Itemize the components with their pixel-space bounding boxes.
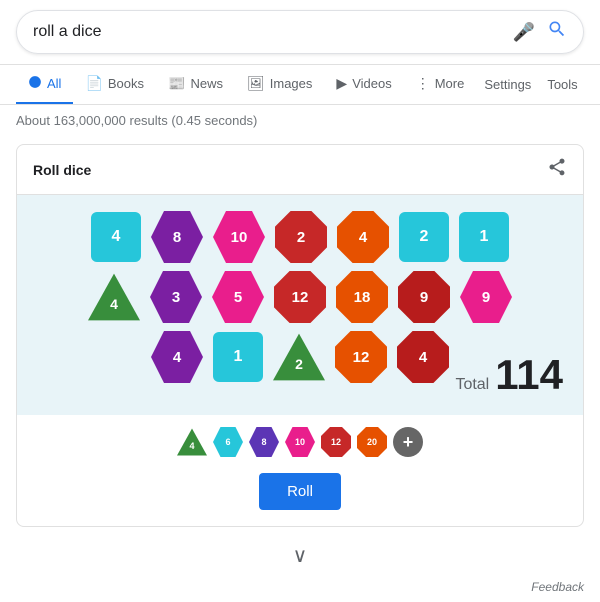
dice-row: 48102421 (37, 211, 563, 263)
books-icon: 📄 (85, 75, 102, 92)
mic-icon[interactable]: 🎤 (513, 22, 535, 43)
die-item[interactable]: 12 (335, 331, 387, 383)
tab-images-label: Images (270, 76, 313, 91)
feedback-link[interactable]: Feedback (531, 580, 584, 594)
dice-row: 435121899 (37, 271, 563, 323)
search-bar-container: 🎤 (0, 0, 600, 65)
feedback-bar: Feedback (0, 576, 600, 602)
tab-more[interactable]: ⋮ More (404, 65, 477, 104)
tab-all[interactable]: All (16, 65, 73, 104)
chevron-container: ∨ (0, 535, 600, 576)
search-icons: 🎤 (513, 19, 567, 45)
total-display: Total 114 (455, 351, 563, 399)
tab-all-label: All (47, 76, 61, 91)
die-item[interactable]: 4 (151, 331, 203, 383)
die-item[interactable]: 8 (151, 211, 203, 263)
dice-widget-title: Roll dice (33, 162, 91, 178)
tab-news-label: News (190, 76, 223, 91)
die-selector-item[interactable]: 20 (357, 427, 387, 457)
images-icon: 🖼 (247, 75, 265, 92)
tab-books[interactable]: 📄 Books (73, 65, 156, 104)
dice-widget-header: Roll dice (17, 145, 583, 195)
nav-tabs: All 📄 Books 📰 News 🖼 Images ▶ Videos ⋮ M… (0, 65, 600, 105)
tab-books-label: Books (108, 76, 144, 91)
die-selector-item[interactable]: 6 (213, 427, 243, 457)
search-button-icon[interactable] (547, 19, 567, 45)
dice-area: 48102421435121899412124 Total 114 (17, 195, 583, 415)
dice-widget: Roll dice 48102421435121899412124 Total … (16, 144, 584, 527)
die-selector-item[interactable]: 8 (249, 427, 279, 457)
tab-videos-label: Videos (352, 76, 392, 91)
die-item[interactable]: 4 (88, 271, 140, 323)
tab-news[interactable]: 📰 News (156, 65, 235, 104)
roll-button[interactable]: Roll (259, 473, 341, 510)
die-selector-item[interactable]: + (393, 427, 423, 457)
all-icon (28, 75, 42, 92)
die-item[interactable]: 2 (273, 331, 325, 383)
die-item[interactable]: 1 (213, 332, 263, 382)
die-item[interactable]: 10 (213, 211, 265, 263)
die-item[interactable]: 3 (150, 271, 202, 323)
die-item[interactable]: 9 (398, 271, 450, 323)
news-icon: 📰 (168, 75, 185, 92)
results-count: About 163,000,000 results (0.45 seconds) (0, 105, 600, 136)
die-item[interactable]: 9 (460, 271, 512, 323)
die-item[interactable]: 2 (275, 211, 327, 263)
search-input[interactable] (33, 23, 513, 41)
die-item[interactable]: 1 (459, 212, 509, 262)
tab-images[interactable]: 🖼 Images (235, 65, 324, 104)
more-icon: ⋮ (416, 75, 430, 92)
die-item[interactable]: 4 (397, 331, 449, 383)
die-item[interactable]: 5 (212, 271, 264, 323)
videos-icon: ▶ (336, 75, 347, 92)
die-item[interactable]: 4 (337, 211, 389, 263)
chevron-down-icon[interactable]: ∨ (293, 543, 308, 568)
settings-link[interactable]: Settings (476, 67, 539, 102)
tab-more-label: More (435, 76, 465, 91)
die-selector-item[interactable]: 4 (177, 427, 207, 457)
total-value: 114 (495, 351, 563, 399)
die-selector: 468101220+ (17, 415, 583, 465)
die-item[interactable]: 4 (91, 212, 141, 262)
roll-btn-container: Roll (17, 465, 583, 526)
die-item[interactable]: 18 (336, 271, 388, 323)
search-bar: 🎤 (16, 10, 584, 54)
die-selector-item[interactable]: 10 (285, 427, 315, 457)
share-icon[interactable] (547, 157, 567, 182)
die-item[interactable]: 12 (274, 271, 326, 323)
die-item[interactable]: 2 (399, 212, 449, 262)
tools-link[interactable]: Tools (539, 67, 585, 102)
tab-videos[interactable]: ▶ Videos (324, 65, 403, 104)
die-selector-item[interactable]: 12 (321, 427, 351, 457)
total-label: Total (455, 376, 489, 394)
